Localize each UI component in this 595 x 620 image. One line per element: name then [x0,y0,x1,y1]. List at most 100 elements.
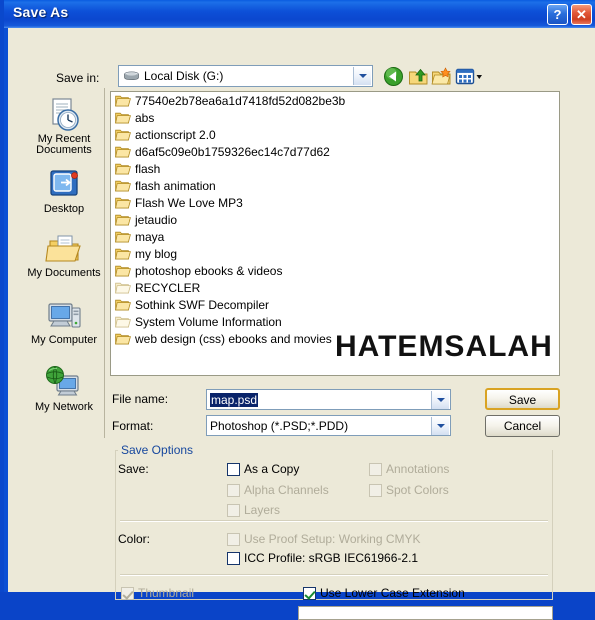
save-button[interactable]: Save [485,388,560,410]
checkbox-label: Layers [244,503,281,517]
folder-icon [115,316,131,328]
file-name-input[interactable]: map.psd [206,389,451,410]
back-arrow-icon[interactable] [383,66,404,87]
checkbox-as-a-copy[interactable]: As a Copy [227,462,299,476]
file-name-label: File name: [112,392,169,406]
file-list-item-label: Sothink SWF Decompiler [135,297,270,312]
file-list-item[interactable]: Flash We Love MP3 [111,194,559,211]
file-list-item-label: flash animation [135,178,216,193]
folder-icon [115,197,131,209]
file-list-item-label: web design (css) ebooks and movies [135,331,332,346]
checkbox-alpha-channels: Alpha Channels [227,483,329,497]
checkbox-label: Alpha Channels [244,483,329,497]
place-my-documents[interactable]: My Documents [24,228,104,279]
checkbox-box[interactable] [303,586,316,600]
color-section-label: Color: [118,532,151,546]
folder-icon [115,95,131,107]
my-network-icon [24,362,104,402]
file-list-item-label: d6af5c09e0b1759326ec14c7d77d62 [135,144,330,159]
separator [120,574,548,576]
save-options-title: Save Options [118,443,197,457]
help-button[interactable]: ? [547,4,568,25]
file-list-item[interactable]: my blog [111,245,559,262]
file-list-item[interactable]: jetaudio [111,211,559,228]
folder-icon [115,248,131,260]
file-list-item-label: actionscript 2.0 [135,127,216,142]
up-one-level-icon[interactable] [408,66,429,87]
place-my-network[interactable]: My Network [24,362,104,413]
folder-icon [115,299,131,311]
new-folder-icon[interactable] [431,66,452,87]
file-list-item[interactable]: photoshop ebooks & videos [111,262,559,279]
chevron-down-icon[interactable] [353,67,371,85]
folder-icon [115,146,131,158]
close-icon[interactable]: ✕ [571,4,592,25]
chevron-down-icon[interactable] [431,391,449,409]
file-list-item-label: RECYCLER [135,280,201,295]
place-desktop[interactable]: Desktop [24,164,104,215]
checkbox-label: Use Lower Case Extension [320,586,465,600]
folder-icon [115,112,131,124]
place-label-2: Documents [36,144,92,156]
folder-icon [115,231,131,243]
window-title: Save As [13,4,69,20]
file-list-item[interactable]: maya [111,228,559,245]
folder-icon [115,265,131,277]
checkbox-box[interactable] [227,462,240,476]
checkbox-layers: Layers [227,503,280,517]
file-list-item[interactable]: RECYCLER [111,279,559,296]
file-list-item-label: maya [135,229,165,244]
bottom-panel [298,606,553,620]
checkbox-annotations: Annotations [369,462,449,476]
checkbox-box [227,532,240,546]
file-list-rows: 77540e2b78ea6a1d7418fd52d082be3b abs actio… [111,92,559,347]
file-list-item[interactable]: abs [111,109,559,126]
file-list[interactable]: 77540e2b78ea6a1d7418fd52d082be3b abs actio… [110,91,560,376]
watermark-text: HATEMSALAH [335,330,553,363]
file-list-item[interactable]: flash [111,160,559,177]
checkbox-spot-colors: Spot Colors [369,483,449,497]
my-documents-icon [24,228,104,268]
file-list-item[interactable]: flash animation [111,177,559,194]
file-list-item-label: my blog [135,246,178,261]
save-in-combobox[interactable]: Local Disk (G:) [118,65,373,87]
places-bar: My Recent Documents Desktop My Documents… [24,88,105,438]
file-list-item[interactable]: actionscript 2.0 [111,126,559,143]
file-list-item-label: jetaudio [135,212,178,227]
file-name-value: map.psd [210,393,259,407]
title-bar[interactable]: Save As ? ✕ [4,0,595,28]
checkbox-box [121,586,134,600]
file-list-item[interactable]: System Volume Information [111,313,559,330]
folder-icon [115,129,131,141]
folder-icon [115,180,131,192]
cancel-button[interactable]: Cancel [485,415,560,437]
checkbox-label: Use Proof Setup: Working CMYK [244,532,421,546]
checkbox-icc-profile[interactable]: ICC Profile: sRGB IEC61966-2.1 [227,551,418,565]
file-list-item[interactable]: 77540e2b78ea6a1d7418fd52d082be3b [111,92,559,109]
place-my-computer[interactable]: My Computer [24,295,104,346]
save-as-dialog: Save As ? ✕ Save in: Local Disk (G:) My … [0,0,595,620]
format-combobox[interactable]: Photoshop (*.PSD;*.PDD) [206,415,451,436]
views-dropdown-icon[interactable] [455,66,485,87]
checkbox-box [369,462,382,476]
checkbox-thumbnail: Thumbnail [121,586,194,600]
hard-drive-icon [124,71,139,81]
checkbox-box [369,483,382,497]
place-my-recent-documents[interactable]: My Recent Documents [24,94,104,156]
desktop-icon [24,164,104,204]
file-list-item-label: flash [135,161,161,176]
folder-icon [115,282,131,294]
chevron-down-icon[interactable] [431,417,449,435]
file-list-item[interactable]: Sothink SWF Decompiler [111,296,559,313]
dialog-body: Save in: Local Disk (G:) My Recent Docum… [8,28,595,620]
file-list-item[interactable]: d6af5c09e0b1759326ec14c7d77d62 [111,143,559,160]
file-list-item-label: 77540e2b78ea6a1d7418fd52d082be3b [135,93,346,108]
folder-icon [115,163,131,175]
folder-icon [115,333,131,345]
checkbox-use-lower-case-extension[interactable]: Use Lower Case Extension [303,586,465,600]
checkbox-box [227,503,240,517]
recent-documents-icon [24,94,104,134]
save-in-value: Local Disk (G:) [144,69,224,83]
checkbox-box[interactable] [227,551,240,565]
file-list-item-label: System Volume Information [135,314,282,329]
